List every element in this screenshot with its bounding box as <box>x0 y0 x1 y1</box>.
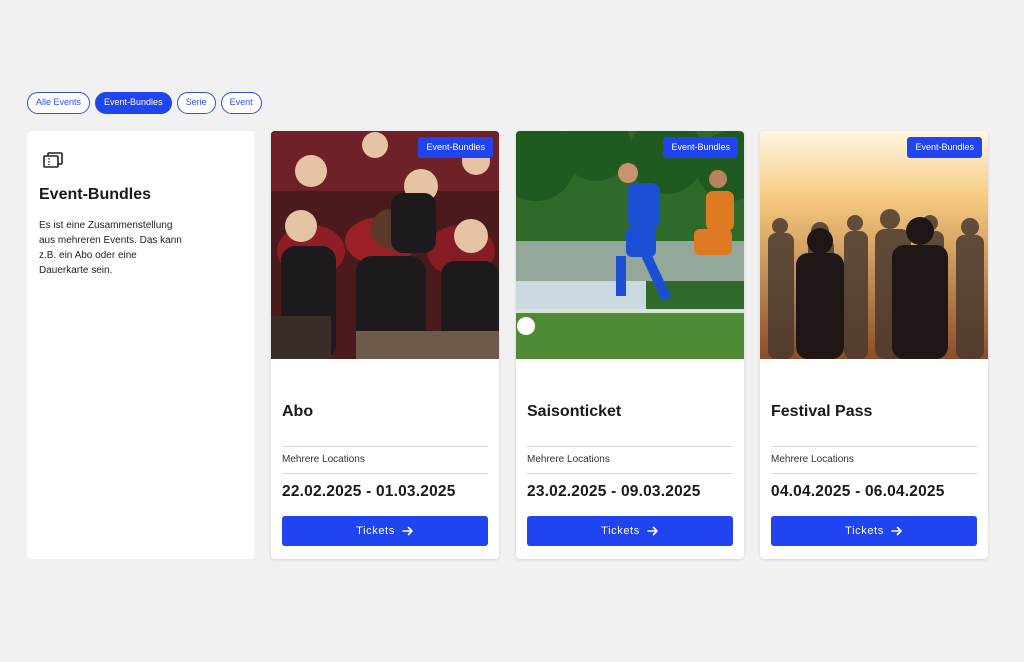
event-location: Mehrere Locations <box>282 454 365 465</box>
tickets-button[interactable]: Tickets <box>771 516 977 546</box>
divider <box>282 473 488 474</box>
event-bundles-badge: Event-Bundles <box>418 137 493 158</box>
event-title: Saisonticket <box>527 403 622 420</box>
event-bundles-badge: Event-Bundles <box>663 137 738 158</box>
event-image-audience <box>271 131 499 359</box>
info-title: Event-Bundles <box>39 186 152 203</box>
filter-alle-events[interactable]: Alle Events <box>27 92 91 114</box>
event-title: Abo <box>282 403 314 420</box>
event-title: Festival Pass <box>771 403 873 420</box>
info-card: Event-Bundles Es ist eine Zusammenstellu… <box>27 131 255 559</box>
tickets-button-label: Tickets <box>845 525 884 537</box>
tickets-button-label: Tickets <box>601 525 640 537</box>
event-location: Mehrere Locations <box>771 454 854 465</box>
info-description: Es ist eine Zusammenstellung aus mehrere… <box>39 220 182 276</box>
event-image-festival <box>760 131 988 359</box>
event-card-saisonticket[interactable]: Event-Bundles Saisonticket Mehrere Locat… <box>516 131 744 559</box>
arrow-right-icon <box>891 526 902 536</box>
filter-event-bundles[interactable]: Event-Bundles <box>95 92 172 114</box>
filter-bar: Alle Events Event-Bundles Serie Event <box>27 92 262 114</box>
event-dates: 22.02.2025 - 01.03.2025 <box>282 483 456 500</box>
divider <box>527 473 733 474</box>
tickets-button[interactable]: Tickets <box>527 516 733 546</box>
arrow-right-icon <box>402 526 413 536</box>
tickets-button[interactable]: Tickets <box>282 516 488 546</box>
arrow-right-icon <box>647 526 658 536</box>
divider <box>282 446 488 447</box>
event-card-festival-pass[interactable]: Event-Bundles Festival Pass Mehrere Loca… <box>760 131 988 559</box>
event-dates: 04.04.2025 - 06.04.2025 <box>771 483 945 500</box>
event-bundles-badge: Event-Bundles <box>907 137 982 158</box>
divider <box>771 473 977 474</box>
event-card-abo[interactable]: Event-Bundles Abo Mehrere Locations 22.0… <box>271 131 499 559</box>
divider <box>527 446 733 447</box>
filter-serie[interactable]: Serie <box>176 92 216 114</box>
tickets-icon <box>43 152 63 168</box>
event-location: Mehrere Locations <box>527 454 610 465</box>
event-image-football <box>516 131 744 359</box>
tickets-button-label: Tickets <box>356 525 395 537</box>
filter-event[interactable]: Event <box>220 92 262 114</box>
event-dates: 23.02.2025 - 09.03.2025 <box>527 483 701 500</box>
divider <box>771 446 977 447</box>
